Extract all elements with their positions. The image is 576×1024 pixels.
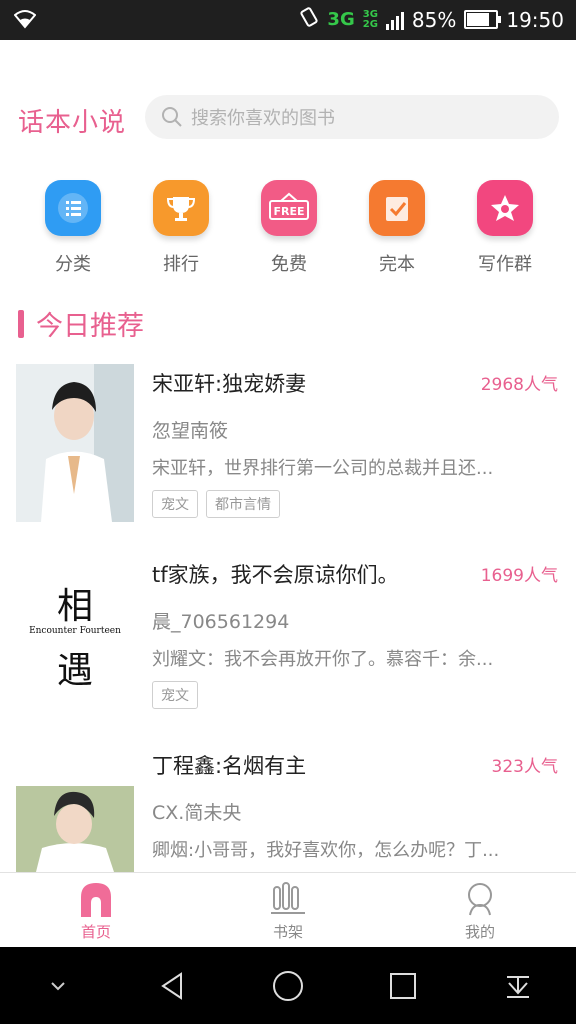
back-button[interactable] — [143, 956, 203, 1016]
book-tags: 宠文 都市言情 — [152, 490, 280, 518]
network-small-icon: 3G 2G — [362, 8, 378, 30]
battery-icon — [464, 10, 502, 29]
trophy-icon — [153, 180, 209, 236]
check-note-icon — [369, 180, 425, 236]
chevron-down-icon[interactable] — [28, 956, 88, 1016]
tab-label: 首页 — [80, 923, 111, 941]
tab-label: 我的 — [464, 923, 495, 941]
category-free[interactable]: FREE 免费 — [235, 180, 343, 276]
list-icon — [45, 180, 101, 236]
svg-text:FREE: FREE — [273, 205, 304, 218]
section-title: 今日推荐 — [18, 304, 144, 343]
signal-icon — [385, 10, 404, 30]
system-nav-bar — [0, 947, 576, 1024]
clock: 19:50 — [506, 7, 564, 32]
rotate-icon — [299, 6, 319, 33]
category-finished[interactable]: 完本 — [343, 180, 451, 276]
network-type: 3G — [327, 9, 355, 30]
section-accent-bar — [18, 309, 24, 338]
wifi-icon — [13, 9, 37, 33]
book-author: 晨_706561294 — [152, 611, 290, 633]
header: 话本小说 搜索你喜欢的图书 — [0, 40, 576, 150]
notification-pull-icon[interactable] — [488, 956, 548, 1016]
book-author: CX.简未央 — [152, 802, 242, 824]
book-title[interactable]: 宋亚轩:独宠娇妻 — [152, 368, 306, 398]
free-icon: FREE — [261, 180, 317, 236]
bookshelf-icon — [271, 882, 305, 914]
category-label: 排行 — [163, 254, 199, 275]
star-icon — [477, 180, 533, 236]
home-icon — [81, 883, 111, 917]
book-item[interactable]: 宋亚轩:独宠娇妻 2968人气 忽望南筱 宋亚轩，世界排行第一公司的总裁并且还.… — [16, 364, 560, 524]
tab-profile[interactable]: 我的 — [384, 873, 576, 947]
search-bar[interactable]: 搜索你喜欢的图书 — [145, 95, 559, 139]
section-title-text: 今日推荐 — [36, 311, 144, 342]
book-cover[interactable] — [16, 364, 134, 522]
book-title[interactable]: 丁程鑫:名烟有主 — [152, 750, 306, 780]
recents-button[interactable] — [373, 956, 433, 1016]
battery-percent: 85% — [411, 7, 457, 32]
status-bar: 3G 3G 2G 85% 19:50 — [0, 0, 576, 40]
book-tag[interactable]: 都市言情 — [206, 490, 280, 518]
category-label: 完本 — [379, 254, 415, 275]
profile-icon — [468, 883, 492, 916]
bottom-tab-bar: 首页 书架 我的 — [0, 872, 576, 947]
book-cover[interactable]: 相 Encounter Fourteen 遇 — [16, 555, 134, 713]
cover-title-top: 相 — [56, 586, 93, 627]
book-popularity: 2968人气 — [480, 375, 558, 395]
cover-subtitle: Encounter Fourteen — [29, 626, 121, 636]
book-tag[interactable]: 宠文 — [152, 681, 198, 709]
tab-label: 书架 — [272, 923, 303, 941]
app-logo: 话本小说 — [18, 108, 127, 138]
book-description: 刘耀文：我不会再放开你了。慕容千：余... — [152, 649, 494, 670]
cover-title-bottom: 遇 — [56, 650, 93, 691]
category-label: 免费 — [271, 254, 307, 275]
search-icon — [162, 107, 182, 127]
book-tags: 宠文 — [152, 681, 198, 709]
tab-bookshelf[interactable]: 书架 — [192, 873, 384, 947]
book-tag[interactable]: 宠文 — [152, 490, 198, 518]
book-popularity: 323人气 — [491, 757, 558, 777]
book-item[interactable]: 相 Encounter Fourteen 遇 tf家族，我不会原谅你们。 169… — [16, 555, 560, 715]
book-cover[interactable] — [16, 786, 134, 872]
category-classify[interactable]: 分类 — [19, 180, 127, 276]
book-author: 忽望南筱 — [152, 420, 229, 442]
book-item[interactable]: 丁程鑫:名烟有主 323人气 CX.简未央 卿烟:小哥哥，我好喜欢你，怎么办呢？… — [16, 746, 560, 872]
category-row: 分类 排行 FREE 免费 完本 写作群 — [0, 180, 576, 276]
category-label: 写作群 — [478, 254, 532, 275]
category-writing-group[interactable]: 写作群 — [451, 180, 559, 276]
home-button[interactable] — [258, 956, 318, 1016]
book-description: 宋亚轩，世界排行第一公司的总裁并且还... — [152, 458, 494, 479]
tab-home[interactable]: 首页 — [0, 873, 192, 947]
book-title[interactable]: tf家族，我不会原谅你们。 — [152, 559, 399, 589]
book-popularity: 1699人气 — [480, 566, 558, 586]
search-placeholder: 搜索你喜欢的图书 — [191, 108, 335, 129]
category-label: 分类 — [55, 254, 91, 275]
category-ranking[interactable]: 排行 — [127, 180, 235, 276]
book-description: 卿烟:小哥哥，我好喜欢你，怎么办呢？丁... — [152, 840, 500, 861]
